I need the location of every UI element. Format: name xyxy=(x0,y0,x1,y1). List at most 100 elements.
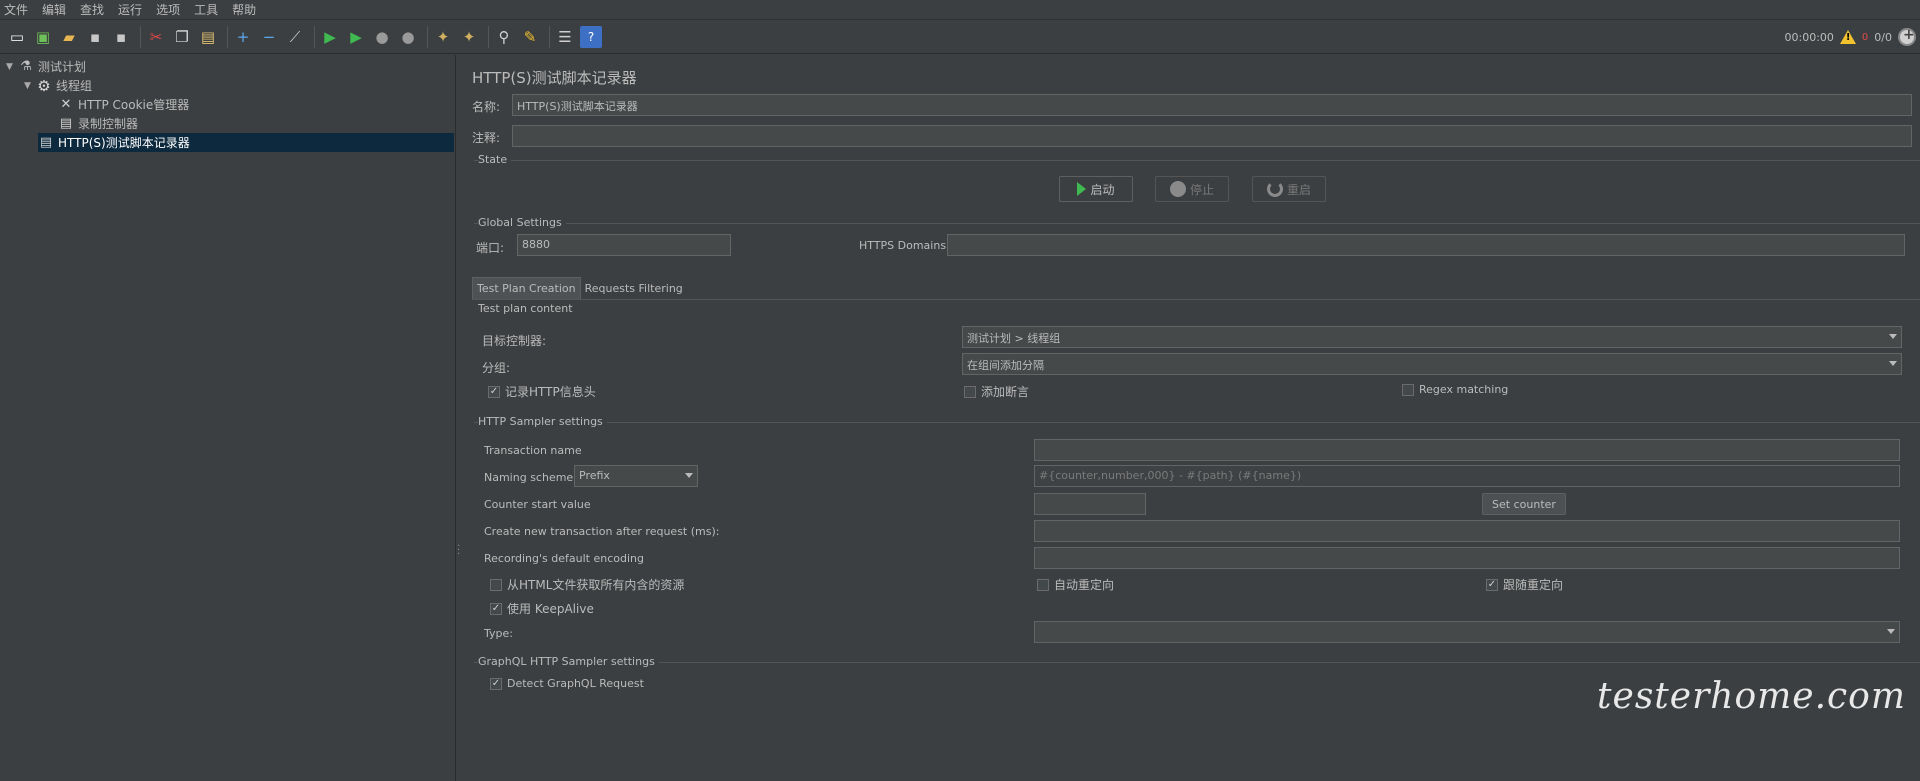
templates-icon[interactable]: ▣ xyxy=(32,26,54,48)
help-icon[interactable]: ? xyxy=(580,25,602,48)
expand-icon[interactable]: + xyxy=(232,26,254,48)
checkbox-unchecked-icon xyxy=(1037,578,1049,591)
save-as-icon[interactable]: ▪ xyxy=(110,26,132,48)
toggle-icon[interactable]: ⟋ xyxy=(284,26,306,48)
tree-item-thread-group[interactable]: ▼ ⚙ 线程组 xyxy=(24,76,444,95)
toolbar-separator xyxy=(549,25,550,48)
restart-icon xyxy=(1266,181,1283,197)
type-label: Type: xyxy=(484,627,513,640)
search-icon[interactable]: ⚲ xyxy=(493,26,515,48)
https-domains-field[interactable] xyxy=(947,234,1905,256)
keepalive-checkbox[interactable]: ✓ 使用 KeepAlive xyxy=(490,600,594,617)
add-assertions-label: 添加断言 xyxy=(981,385,1030,399)
auto-redirect-checkbox[interactable]: 自动重定向 xyxy=(1037,576,1114,593)
menu-file[interactable]: 文件 xyxy=(4,1,28,18)
follow-redirects-checkbox[interactable]: ✓ 跟随重定向 xyxy=(1486,576,1563,593)
new-icon[interactable]: ▭ xyxy=(6,26,28,48)
tree-item-label: 线程组 xyxy=(56,79,93,93)
name-field[interactable]: HTTP(S)测试脚本记录器 xyxy=(512,94,1912,116)
state-section-title: State xyxy=(478,153,512,166)
menu-run[interactable]: 运行 xyxy=(118,1,142,18)
stop-button[interactable]: 停止 xyxy=(1155,176,1229,202)
clear-icon[interactable]: ✦ xyxy=(432,26,454,48)
menu-tools[interactable]: 工具 xyxy=(194,1,218,18)
graphql-divider xyxy=(474,662,1920,663)
stop-icon[interactable]: ● xyxy=(371,26,393,48)
follow-redirects-label: 跟随重定向 xyxy=(1503,578,1564,592)
chevron-down-icon[interactable]: ▼ xyxy=(6,62,18,72)
start-icon[interactable]: ▶ xyxy=(319,26,341,48)
tab-test-plan-creation[interactable]: Test Plan Creation xyxy=(472,277,581,299)
tree-item-label: 测试计划 xyxy=(38,60,87,74)
naming-scheme-select[interactable]: Prefix xyxy=(574,465,698,487)
regex-matching-checkbox[interactable]: Regex matching xyxy=(1402,383,1508,396)
default-encoding-field[interactable] xyxy=(1034,547,1900,569)
recorder-panel: HTTP(S)测试脚本记录器 名称: HTTP(S)测试脚本记录器 注释: St… xyxy=(462,55,1920,781)
target-controller-label: 目标控制器: xyxy=(482,334,547,348)
start-no-pause-icon[interactable]: ▶ xyxy=(345,26,367,48)
tree-item-recorder[interactable]: ▤ HTTP(S)测试脚本记录器 xyxy=(38,133,454,152)
copy-icon[interactable]: ❐ xyxy=(171,26,193,48)
cut-icon[interactable]: ✂ xyxy=(145,26,167,48)
open-icon[interactable]: ▰ xyxy=(58,26,80,48)
counter-start-label: Counter start value xyxy=(484,498,591,511)
menu-search[interactable]: 查找 xyxy=(80,1,104,18)
comment-field[interactable] xyxy=(512,125,1912,147)
checkbox-checked-icon: ✓ xyxy=(490,602,502,615)
transaction-name-field[interactable] xyxy=(1034,439,1900,461)
recording-controller-icon: ▤ xyxy=(59,116,73,131)
tree-item-test-plan[interactable]: ▼ ⚗ 测试计划 xyxy=(6,57,446,76)
transaction-name-label: Transaction name xyxy=(484,444,582,457)
naming-scheme-label: Naming scheme xyxy=(484,471,574,484)
clear-all-icon[interactable]: ✦ xyxy=(458,26,480,48)
reset-search-icon[interactable]: ✎ xyxy=(519,26,541,48)
toolbar-separator xyxy=(314,25,315,48)
global-divider xyxy=(474,223,1920,224)
target-controller-select[interactable]: 测试计划 > 线程组 xyxy=(962,326,1902,348)
global-section-title: Global Settings xyxy=(478,216,566,229)
counter-start-field[interactable] xyxy=(1034,493,1146,515)
restart-button-label: 重启 xyxy=(1286,182,1311,197)
start-button[interactable]: 启动 xyxy=(1059,176,1133,202)
stop-icon xyxy=(1169,181,1186,197)
default-encoding-label: Recording's default encoding xyxy=(484,552,644,565)
tree-item-cookie-manager[interactable]: ✕ HTTP Cookie管理器 xyxy=(58,95,438,114)
collapse-icon[interactable]: − xyxy=(258,26,280,48)
thread-group-icon: ⚙ xyxy=(37,76,51,95)
record-headers-label: 记录HTTP信息头 xyxy=(505,385,596,399)
menu-edit[interactable]: 编辑 xyxy=(42,1,66,18)
detect-graphql-checkbox[interactable]: ✓ Detect GraphQL Request xyxy=(490,677,644,690)
set-counter-button[interactable]: Set counter xyxy=(1482,493,1566,515)
menu-help[interactable]: 帮助 xyxy=(232,1,256,18)
tree-item-recording-controller[interactable]: ▤ 录制控制器 xyxy=(58,114,438,133)
shutdown-icon[interactable]: ● xyxy=(397,26,419,48)
record-headers-checkbox[interactable]: ✓ 记录HTTP信息头 xyxy=(488,383,596,400)
naming-format-field[interactable]: #{counter,number,000} - #{path} (#{name}… xyxy=(1034,465,1900,487)
warning-icon[interactable] xyxy=(1839,29,1856,45)
sampler-section-title: HTTP Sampler settings xyxy=(478,415,607,428)
new-transaction-field[interactable] xyxy=(1034,520,1900,542)
function-helper-icon[interactable]: ☰ xyxy=(554,26,576,48)
remote-icon[interactable] xyxy=(1898,27,1916,46)
active-threads: 0/0 xyxy=(1874,30,1892,44)
target-controller-value: 测试计划 > 线程组 xyxy=(967,332,1061,345)
checkbox-unchecked-icon xyxy=(490,578,502,591)
save-icon[interactable]: ▪ xyxy=(84,26,106,48)
grouping-value: 在组间添加分隔 xyxy=(967,359,1044,372)
stop-button-label: 停止 xyxy=(1189,182,1214,197)
type-select[interactable] xyxy=(1034,621,1900,643)
chevron-down-icon[interactable]: ▼ xyxy=(24,81,36,91)
add-assertions-checkbox[interactable]: 添加断言 xyxy=(964,383,1029,400)
menu-options[interactable]: 选项 xyxy=(156,1,180,18)
retrieve-resources-checkbox[interactable]: 从HTML文件获取所有内含的资源 xyxy=(490,576,684,593)
tab-requests-filtering[interactable]: Requests Filtering xyxy=(581,277,687,299)
state-divider xyxy=(474,160,1920,161)
paste-icon[interactable]: ▤ xyxy=(197,26,219,48)
grouping-select[interactable]: 在组间添加分隔 xyxy=(962,353,1902,375)
test-plan-tree: ▼ ⚗ 测试计划 ▼ ⚙ 线程组 ✕ HTTP Cookie管理器 ▤ 录制控制… xyxy=(0,55,456,781)
restart-button[interactable]: 重启 xyxy=(1252,176,1326,202)
elapsed-timer: 00:00:00 xyxy=(1784,30,1834,44)
toolbar-status: 00:00:00 0 0/0 xyxy=(1785,20,1916,54)
port-field[interactable]: 8880 xyxy=(517,234,731,256)
tree-item-label: HTTP(S)测试脚本记录器 xyxy=(58,136,190,150)
